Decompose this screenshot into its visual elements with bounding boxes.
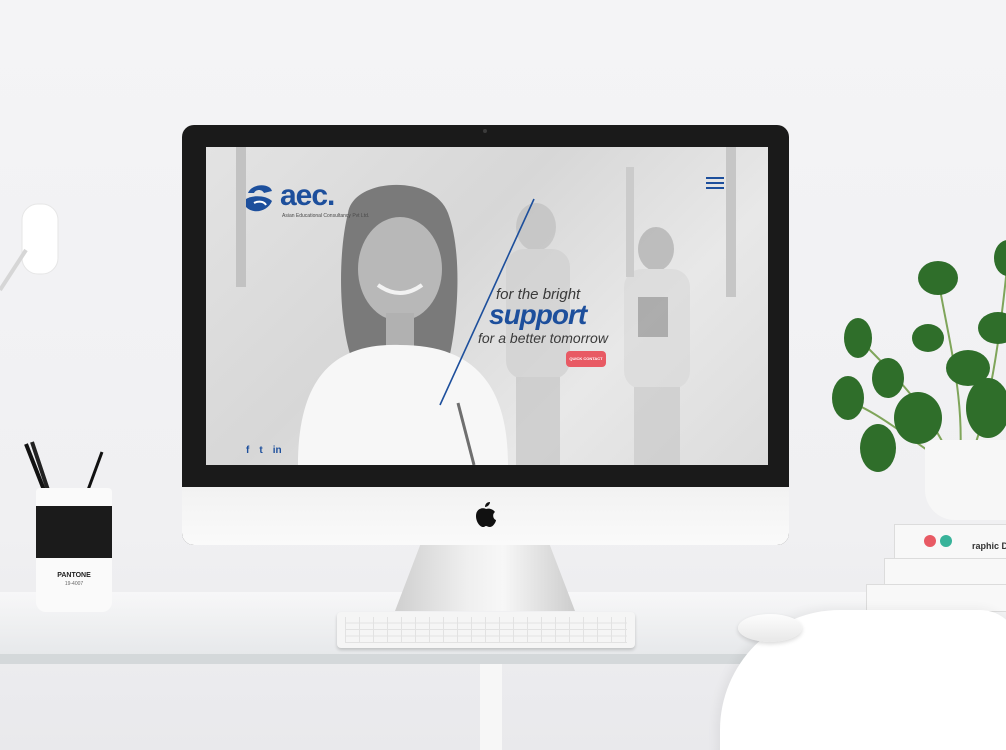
mouse bbox=[738, 614, 802, 642]
pen-cup: PANTONE 19-4007 bbox=[36, 488, 112, 612]
desk-scene: raphic D PANTONE 19-4007 aec. Asian Educ… bbox=[0, 0, 1006, 750]
camera bbox=[483, 129, 487, 133]
book-spine-title: raphic D bbox=[972, 541, 1006, 551]
aec-logo-mark-icon bbox=[246, 185, 272, 212]
imac-monitor: aec. Asian Educational Consultancy Pvt L… bbox=[182, 125, 789, 545]
apple-logo-icon bbox=[476, 502, 496, 527]
monitor-stand bbox=[395, 545, 575, 611]
quick-contact-button[interactable]: QUICK CONTACT bbox=[566, 351, 606, 367]
cup-color-code: 19-4007 bbox=[64, 581, 84, 587]
social-links: f t in bbox=[246, 444, 282, 456]
cup-brand: PANTONE bbox=[57, 572, 91, 579]
hamburger-menu-icon[interactable] bbox=[706, 177, 724, 190]
plant-vase bbox=[925, 440, 1006, 520]
logo-tagline: Asian Educational Consultancy Pvt Ltd. bbox=[282, 213, 370, 219]
website-screen: aec. Asian Educational Consultancy Pvt L… bbox=[206, 147, 768, 465]
linkedin-icon[interactable]: in bbox=[273, 445, 282, 456]
desk-leg bbox=[480, 664, 502, 750]
twitter-icon[interactable]: t bbox=[259, 445, 262, 456]
book-stack bbox=[866, 520, 1006, 612]
hero-headline: support bbox=[489, 299, 587, 330]
desk-lamp bbox=[0, 203, 59, 292]
logo-brand-text: aec. bbox=[280, 179, 335, 212]
hero-line-3: for a better tomorrow bbox=[478, 330, 608, 346]
facebook-icon[interactable]: f bbox=[246, 445, 249, 456]
aec-logo[interactable]: aec. Asian Educational Consultancy Pvt L… bbox=[242, 179, 402, 223]
keyboard bbox=[337, 612, 635, 648]
